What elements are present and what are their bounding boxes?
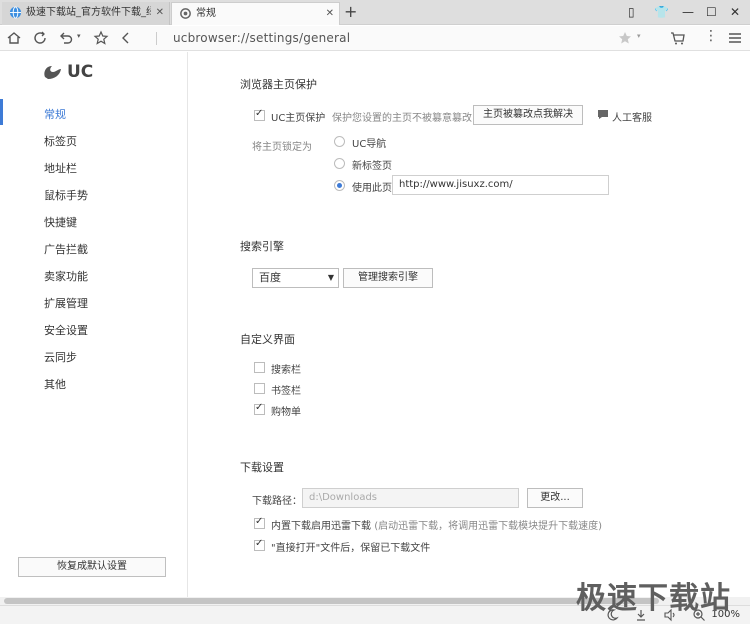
refresh-icon[interactable]	[32, 30, 48, 46]
chevron-down-icon: ▼	[327, 273, 334, 282]
homepage-lock-label: 将主页锁定为	[252, 142, 312, 153]
homepage-protect-checkbox[interactable]	[254, 108, 265, 121]
maximize-icon[interactable]: ☐	[706, 4, 717, 20]
restore-pane-icon[interactable]: ▯	[628, 4, 635, 20]
undo-icon[interactable]	[58, 30, 74, 46]
bookmark-bar-label: 书签栏	[271, 386, 301, 397]
ui-section-title: 自定义界面	[240, 333, 295, 346]
more-menu-icon[interactable]: ⋮	[703, 28, 719, 44]
skin-icon[interactable]: 👕	[654, 4, 669, 20]
uc-logo: UC	[42, 62, 93, 82]
close-icon[interactable]: ✕	[326, 3, 334, 24]
squirrel-logo-icon	[44, 66, 61, 79]
tab-jisuxz[interactable]: 极速下载站_官方软件下载_绿色 ✕	[2, 2, 170, 25]
radio-use-this-page[interactable]	[334, 180, 345, 191]
support-link[interactable]: 人工客服	[612, 109, 652, 124]
keep-file-label: "直接打开"文件后，保留已下载文件	[271, 543, 431, 554]
bookmark-bar-checkbox[interactable]	[254, 383, 265, 394]
keep-file-checkbox[interactable]	[254, 538, 265, 551]
back-icon[interactable]	[118, 30, 134, 46]
active-nav-marker	[0, 99, 3, 125]
watermark-logo: 极速下载站	[576, 581, 731, 616]
tab-title: 常规	[196, 8, 216, 19]
sidebar-item-other[interactable]: 其他	[44, 376, 66, 392]
homepage-url-input[interactable]: http://www.jisuxz.com/	[392, 175, 609, 195]
new-tab-icon[interactable]: +	[344, 2, 357, 22]
search-engine-select[interactable]: 百度 ▼	[252, 268, 339, 288]
star-outline-icon[interactable]	[93, 30, 109, 46]
homepage-protect-desc: 保护您设置的主页不被篡意篡改	[332, 113, 472, 124]
search-bar-label: 搜索栏	[271, 365, 301, 376]
sidebar-item-ad-block[interactable]: 广告拦截	[44, 241, 88, 257]
fix-homepage-button[interactable]: 主页被篡改点我解决	[473, 105, 583, 125]
globe-icon	[9, 6, 22, 19]
shopping-list-checkbox[interactable]	[254, 402, 265, 415]
tab-title: 极速下载站_官方软件下载_绿色	[26, 7, 151, 18]
logo-text: UC	[67, 62, 94, 82]
toolbar: ▾ ucbrowser://settings/general ▾ ⋮	[0, 26, 750, 51]
sidebar-item-cloud-sync[interactable]: 云同步	[44, 349, 77, 365]
close-icon[interactable]: ✕	[156, 2, 164, 23]
bookmark-dropdown-icon[interactable]: ▾	[637, 32, 653, 48]
sidebar-item-extensions[interactable]: 扩展管理	[44, 295, 88, 311]
sidebar-item-mouse-gestures[interactable]: 鼠标手势	[44, 187, 88, 203]
manage-search-button[interactable]: 管理搜索引擎	[343, 268, 433, 288]
tab-general[interactable]: 常规 ✕	[171, 2, 340, 25]
download-path-label: 下载路径：	[252, 496, 302, 507]
settings-sidebar: UC 常规 标签页 地址栏 鼠标手势 快捷键 广告拦截 卖家功能 扩展管理 安全…	[0, 52, 188, 597]
change-path-button[interactable]: 更改...	[527, 488, 583, 508]
thunder-download-label: 内置下载启用迅雷下载 (启动迅雷下载，将调用迅雷下载模块提升下载速度)	[271, 517, 602, 532]
shopping-list-label: 购物单	[271, 407, 301, 418]
sidebar-item-seller[interactable]: 卖家功能	[44, 268, 88, 284]
download-path-input[interactable]: d:\Downloads	[302, 488, 519, 508]
search-bar-checkbox[interactable]	[254, 362, 265, 373]
settings-content: 浏览器主页保护 UC主页保护 保护您设置的主页不被篡意篡改 主页被篡改点我解决 …	[188, 52, 750, 597]
radio-new-tab[interactable]	[334, 158, 345, 169]
thunder-hint: (启动迅雷下载，将调用迅雷下载模块提升下载速度)	[374, 521, 602, 532]
cart-icon[interactable]	[670, 30, 686, 46]
sidebar-item-address-bar[interactable]: 地址栏	[44, 160, 77, 176]
minimize-icon[interactable]: —	[682, 4, 694, 20]
thunder-label-text: 内置下载启用迅雷下载	[271, 521, 371, 532]
search-section-title: 搜索引擎	[240, 240, 284, 253]
address-bar[interactable]: ucbrowser://settings/general	[173, 31, 350, 45]
homepage-section-title: 浏览器主页保护	[240, 78, 317, 91]
hamburger-menu-icon[interactable]	[727, 30, 743, 46]
close-window-icon[interactable]: ✕	[730, 4, 740, 20]
sidebar-item-tabs[interactable]: 标签页	[44, 133, 77, 149]
thunder-download-checkbox[interactable]	[254, 516, 265, 529]
search-engine-value: 百度	[259, 271, 281, 284]
tab-bar: 极速下载站_官方软件下载_绿色 ✕ 常规 ✕ + ▯ 👕 — ☐ ✕	[0, 0, 750, 25]
undo-dropdown-icon[interactable]: ▾	[77, 32, 93, 48]
bookmark-star-icon[interactable]	[617, 30, 633, 46]
radio-uc-nav-label: UC导航	[352, 139, 387, 150]
radio-use-this-page-label: 使用此页	[352, 183, 392, 194]
reset-defaults-button[interactable]: 恢复成默认设置	[18, 557, 166, 577]
url-separator	[156, 32, 157, 45]
download-section-title: 下载设置	[240, 461, 284, 474]
gear-icon	[180, 8, 191, 19]
scrollbar-thumb[interactable]	[4, 598, 659, 604]
radio-new-tab-label: 新标签页	[352, 161, 392, 172]
sidebar-item-security[interactable]: 安全设置	[44, 322, 88, 338]
sidebar-item-shortcuts[interactable]: 快捷键	[44, 214, 77, 230]
home-icon[interactable]	[6, 30, 22, 46]
chat-icon[interactable]	[597, 109, 609, 120]
radio-uc-nav[interactable]	[334, 136, 345, 147]
homepage-protect-label: UC主页保护	[271, 113, 326, 124]
sidebar-item-general[interactable]: 常规	[44, 106, 66, 122]
